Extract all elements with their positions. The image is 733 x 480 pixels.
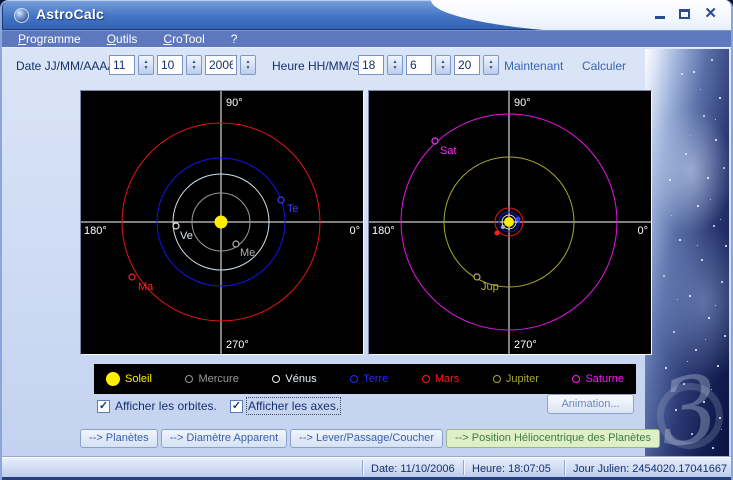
svg-text:90°: 90° (226, 97, 243, 109)
calculate-link[interactable]: Calculer (582, 59, 626, 73)
legend-label: Mars (434, 373, 460, 385)
minute-spinner[interactable]: ▲ ▼ (435, 55, 451, 75)
menu-item-crotool[interactable]: CroTool (163, 32, 204, 46)
svg-text:180°: 180° (372, 225, 395, 237)
close-button[interactable]: ✕ (704, 6, 717, 21)
legend-item: Mars (421, 373, 460, 385)
legend-label: Terre (363, 373, 389, 385)
menu-bar: Programme Outils CroTool? (2, 30, 731, 48)
watermark-3: 3 (654, 355, 725, 468)
legend-label: Jupiter (505, 373, 539, 385)
second-spinner[interactable]: ▲ ▼ (483, 55, 499, 75)
app-icon (14, 8, 29, 23)
minute-input[interactable] (406, 55, 432, 75)
tab--diamètre-apparent[interactable]: --> Diamètre Apparent (160, 429, 288, 448)
svg-text:90°: 90° (514, 97, 531, 109)
menu-item-programme[interactable]: Programme (18, 32, 81, 46)
second-input[interactable] (454, 55, 480, 75)
svg-text:270°: 270° (226, 339, 249, 351)
astrocalc-window: AstroCalc ✕ Programme Outils CroTool? 3 Da… (0, 0, 733, 480)
animation-button[interactable]: Animation... (547, 394, 634, 414)
status-bar: Date: 11/10/2006 Heure: 18:07:05 Jour Ju… (2, 457, 731, 480)
title-bar: AstroCalc ✕ (2, 0, 731, 36)
legend-label: Vénus (285, 373, 317, 385)
orbit-circle-icon (272, 375, 281, 383)
status-date: Date: 11/10/2006 (362, 460, 463, 475)
nebula-background: 3 (645, 49, 729, 468)
status-julian-day: Jour Julien: 2454020.17041667 (564, 460, 729, 475)
orbit-circle-icon (572, 375, 581, 383)
svg-text:Sat: Sat (440, 145, 457, 157)
legend-label: Mercure (198, 373, 239, 385)
svg-text:0°: 0° (349, 225, 360, 237)
legend-item: Saturne (572, 373, 624, 385)
svg-text:Me: Me (240, 247, 255, 259)
show-axes-checkbox[interactable]: ✓ (230, 399, 243, 413)
day-spinner[interactable]: ▲ ▼ (138, 55, 154, 75)
show-orbits-checkbox[interactable]: ✓ (97, 399, 110, 413)
outer-planets-plot: 90° 180° 0° 270° Jup Sat (368, 90, 652, 355)
menu-item-outils[interactable]: Outils (107, 32, 138, 46)
planet-legend: Soleil Mercure Vénus Terre Mars Jupiter Saturn… (94, 364, 636, 394)
hour-spinner[interactable]: ▲ ▼ (387, 55, 403, 75)
svg-text:Jup: Jup (481, 281, 499, 293)
orbit-circle-icon (185, 375, 194, 383)
minimize-button[interactable] (655, 7, 666, 21)
legend-item: Terre (350, 373, 388, 385)
now-link[interactable]: Maintenant (504, 59, 563, 73)
sun-icon (106, 372, 120, 386)
orbit-circle-icon (350, 375, 359, 383)
legend-item: Jupiter (492, 373, 539, 385)
day-input[interactable] (109, 55, 135, 75)
month-spinner[interactable]: ▲ ▼ (186, 55, 202, 75)
menu-item-?[interactable]: ? (231, 32, 238, 46)
legend-label: Saturne (585, 373, 624, 385)
svg-text:270°: 270° (514, 339, 537, 351)
date-label: Date JJ/MM/AAAA : (16, 59, 122, 73)
tab--lever-passage-coucher[interactable]: --> Lever/Passage/Coucher (290, 429, 443, 448)
show-axes-label: Afficher les axes. (245, 397, 342, 415)
legend-item: Mercure (185, 373, 239, 385)
tab--position-héliocentrique-des-planètes[interactable]: --> Position Héliocentrique des Planètes (445, 429, 660, 448)
orbit-circle-icon (492, 375, 501, 383)
legend-item: Soleil (106, 372, 152, 386)
legend-item: Vénus (272, 373, 317, 385)
hour-input[interactable] (358, 55, 384, 75)
show-orbits-label: Afficher les orbites. (115, 399, 217, 413)
status-time: Heure: 18:07:05 (463, 460, 564, 475)
year-input[interactable] (205, 55, 237, 75)
svg-text:Te: Te (287, 203, 299, 215)
month-input[interactable] (157, 55, 183, 75)
window-title: AstroCalc (36, 6, 104, 22)
svg-text:Ma: Ma (138, 281, 154, 293)
tab--planètes[interactable]: --> Planètes (80, 429, 158, 448)
year-spinner[interactable]: ▲ ▼ (240, 55, 256, 75)
svg-text:0°: 0° (637, 225, 648, 237)
maximize-button[interactable] (679, 7, 691, 21)
svg-text:Ve: Ve (180, 230, 193, 242)
tab-bar: --> Planètes --> Diamètre Apparent --> Lev… (80, 429, 660, 448)
inner-planets-plot: 90° 180° 0° 270° Me Ve Te Ma (80, 90, 364, 355)
svg-text:180°: 180° (84, 225, 107, 237)
orbit-circle-icon (421, 375, 430, 383)
legend-label: Soleil (125, 373, 152, 385)
